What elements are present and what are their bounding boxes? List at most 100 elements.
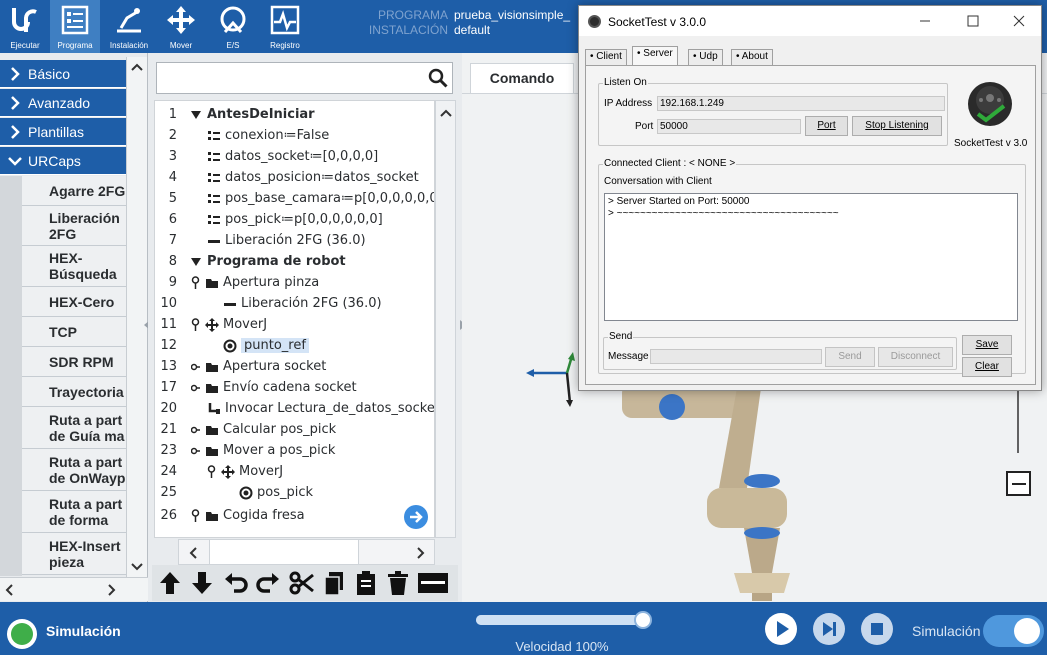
category-vertical-scrollbar[interactable] [126,57,147,577]
category-horizontal-scrollbar[interactable] [0,577,148,601]
tree-row-selected[interactable]: 12 punto_ref [155,335,434,356]
simulation-toggle[interactable] [983,615,1044,647]
tree-row[interactable]: 20 Invocar Lectura_de_datos_socket [155,398,434,419]
tree-row[interactable]: 25 pos_pick [155,482,434,503]
tree-row[interactable]: 26 Cogida fresa [155,505,434,526]
redo-icon[interactable] [254,569,282,597]
collapsed-pin-icon[interactable] [191,444,200,458]
move-up-icon[interactable] [156,569,184,597]
window-titlebar[interactable]: SocketTest v 3.0.0 [579,6,1041,36]
robot-status-led[interactable] [7,619,37,649]
tree-row[interactable]: 11 MoverJ [155,314,434,335]
move-tab-button[interactable]: Mover [156,0,206,53]
urcap-item[interactable]: HEX-Cero [22,287,126,317]
tree-row[interactable]: 24 MoverJ [155,461,434,482]
collapse-triangle-icon[interactable] [189,255,203,269]
delete-icon[interactable] [384,569,412,597]
collapse-triangle-icon[interactable] [189,108,203,122]
urcap-item[interactable]: HEX-Búsqueda [22,246,126,287]
maximize-icon[interactable] [963,12,983,30]
program-tab-button[interactable]: Programa [50,0,100,53]
tree-row[interactable]: 17 Envío cadena socket [155,377,434,398]
send-button[interactable]: Send [825,347,875,367]
tree-row[interactable]: 4 datos_posicion≔datos_socket [155,167,434,188]
clear-button[interactable]: Clear [962,357,1012,377]
tab-client[interactable]: • Client [585,49,627,65]
installation-tab-button[interactable]: Instalación [104,0,154,53]
tree-row[interactable]: 21 Calcular pos_pick [155,419,434,440]
stop-listening-button[interactable]: Stop Listening [852,116,942,136]
urcap-item[interactable]: Ruta a part de Guía ma [22,407,126,449]
category-avanzado[interactable]: Avanzado [0,89,126,117]
move-down-icon[interactable] [188,569,216,597]
scroll-thumb[interactable] [209,540,359,564]
tab-comando[interactable]: Comando [470,63,574,93]
play-button[interactable] [764,612,798,646]
category-plantillas[interactable]: Plantillas [0,118,126,146]
run-tab-button[interactable]: Ejecutar [0,0,50,53]
tree-row[interactable]: 5 pos_base_camara≔p[0,0,0,0,0,0] [155,188,434,209]
copy-icon[interactable] [320,569,348,597]
disconnect-button[interactable]: Disconnect [878,347,953,367]
tree-row[interactable]: 3 datos_socket≔[0,0,0,0] [155,146,434,167]
tree-row[interactable]: 9 Apertura pinza [155,272,434,293]
port-button[interactable]: Port [805,116,848,136]
tree-row[interactable]: 13 Apertura socket [155,356,434,377]
urcap-item[interactable]: TCP [22,317,126,347]
tree-row[interactable]: 1 AntesDeIniciar [155,104,434,125]
log-tab-button[interactable]: Registro [260,0,310,53]
urcap-item[interactable]: SDR RPM [22,347,126,377]
stop-button[interactable] [860,612,894,646]
category-basico[interactable]: Básico [0,60,126,88]
minimize-icon[interactable] [915,12,935,30]
cut-icon[interactable] [288,569,316,597]
expand-pin-icon[interactable] [191,317,200,332]
io-tab-button[interactable]: E/S [208,0,258,53]
tree-vertical-scrollbar[interactable] [435,100,456,538]
tab-about[interactable]: • About [731,49,773,65]
tree-row[interactable]: 6 pos_pick≔p[0,0,0,0,0,0] [155,209,434,230]
tab-udp[interactable]: • Udp [688,49,723,65]
tree-row[interactable]: 7 Liberación 2FG (36.0) [155,230,434,251]
urcap-item[interactable]: Trayectoria [22,377,126,407]
urcap-item[interactable]: Ruta a part de OnWayp [22,449,126,491]
collapsed-pin-icon[interactable] [191,360,200,374]
paste-icon[interactable] [352,569,380,597]
chevron-up-icon[interactable] [131,63,143,71]
step-button[interactable] [812,612,846,646]
chevron-left-icon[interactable] [5,584,13,596]
urcap-item[interactable]: Ruta a part de forma [22,491,126,533]
collapsed-pin-icon[interactable] [191,381,200,395]
chevron-down-icon[interactable] [131,563,143,571]
category-urcaps[interactable]: URCaps [0,147,126,175]
suppress-icon[interactable] [416,569,450,597]
tree-row[interactable]: 23 Mover a pos_pick [155,440,434,461]
ip-address-field[interactable]: 192.168.1.249 [657,96,945,111]
tree-search-box[interactable] [156,62,453,94]
search-input[interactable] [161,67,421,89]
message-input[interactable] [650,349,822,364]
expand-pin-icon[interactable] [207,464,216,479]
go-to-node-arrow-icon[interactable] [404,505,428,529]
collapsed-pin-icon[interactable] [191,423,200,437]
expand-pin-icon[interactable] [191,508,200,523]
chevron-right-icon[interactable] [417,547,425,559]
speed-slider[interactable] [476,611,652,629]
chevron-left-icon[interactable] [189,547,197,559]
undo-icon[interactable] [222,569,250,597]
save-button[interactable]: Save [962,335,1012,355]
port-field[interactable]: 50000 [657,119,801,134]
urcap-item[interactable]: HEX-Insert pieza [22,533,126,575]
expand-pin-icon[interactable] [191,275,200,290]
conversation-log[interactable]: > Server Started on Port: 50000 > ~~~~~~… [604,193,1018,321]
urcap-item[interactable]: Liberación 2FG [22,206,126,246]
urcap-item[interactable]: Agarre 2FG [22,176,126,206]
close-icon[interactable] [1009,12,1029,30]
tree-row[interactable]: 2 conexion≔False [155,125,434,146]
speed-slider-handle[interactable] [633,611,652,629]
tree-row[interactable]: 8 Programa de robot [155,251,434,272]
chevron-up-icon[interactable] [440,109,452,117]
chevron-right-icon[interactable] [108,584,116,596]
tree-row[interactable]: 10 Liberación 2FG (36.0) [155,293,434,314]
zoom-out-button[interactable] [1006,471,1031,496]
